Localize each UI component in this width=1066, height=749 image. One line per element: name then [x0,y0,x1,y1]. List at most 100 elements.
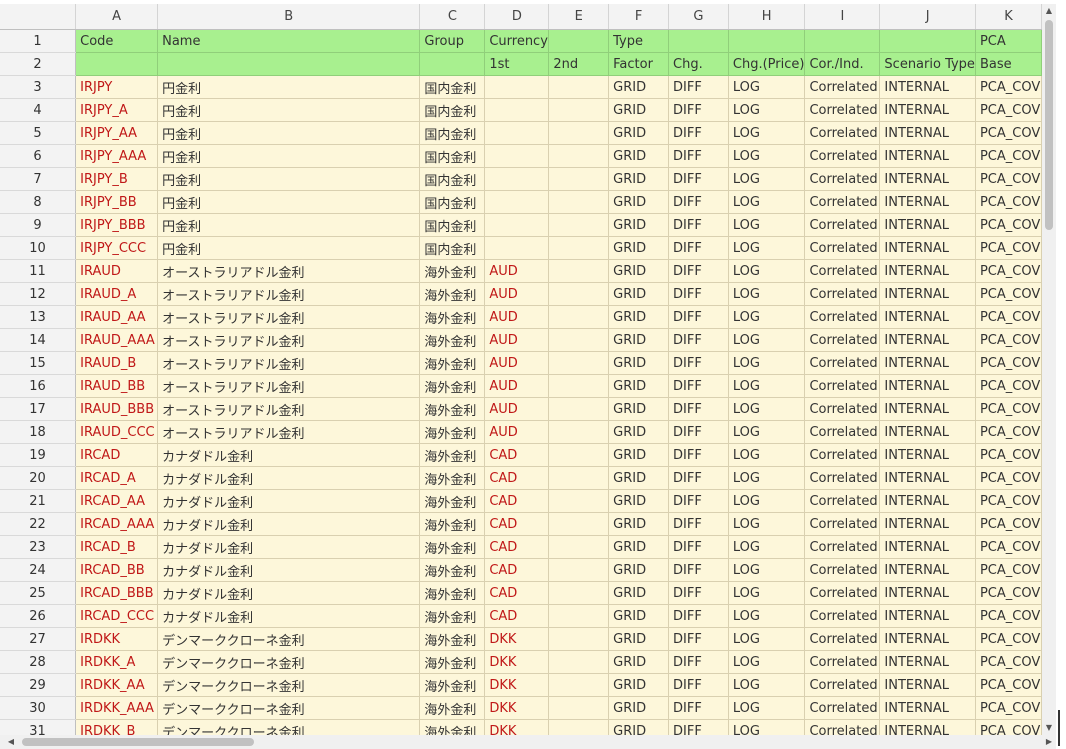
cell-j[interactable]: INTERNAL [879,466,976,490]
cell-h[interactable]: LOG [728,627,806,651]
cell-g[interactable]: DIFF [668,328,729,352]
cell-e[interactable] [548,282,610,306]
row-header[interactable]: 19 [0,443,77,467]
cell-e[interactable] [548,627,610,651]
cell-g[interactable]: DIFF [668,696,729,720]
cell-e[interactable] [548,29,610,53]
cell-d[interactable] [484,121,550,145]
cell-c[interactable]: 国内金利 [419,190,486,214]
cell-f[interactable]: GRID [608,374,670,398]
cell-j[interactable] [879,29,976,53]
cell-i[interactable] [804,29,881,53]
cell-i[interactable]: Correlated [804,167,881,191]
cell-a[interactable]: IRJPY_BBB [75,213,159,237]
cell-i[interactable]: Correlated [804,604,881,628]
cell-c[interactable]: 国内金利 [419,98,486,122]
cell-c[interactable]: 国内金利 [419,75,486,99]
cell-f[interactable]: GRID [608,282,670,306]
cell-i[interactable]: Correlated [804,489,881,513]
cell-f[interactable]: GRID [608,673,670,697]
cell-j[interactable]: INTERNAL [879,673,976,697]
cell-i[interactable]: Correlated [804,581,881,605]
cell-c[interactable]: 海外金利 [419,259,486,283]
cell-j[interactable]: INTERNAL [879,121,976,145]
cell-f[interactable]: GRID [608,328,670,352]
cell-g[interactable]: DIFF [668,98,729,122]
scroll-up-icon[interactable]: ▲ [1042,4,1056,18]
cell-k[interactable]: PCA_COV [975,558,1042,582]
row-header[interactable]: 7 [0,167,77,191]
cell-k[interactable]: PCA_COV [975,420,1042,444]
cell-i[interactable]: Correlated [804,558,881,582]
cell-h[interactable]: LOG [728,466,806,490]
cell-b[interactable]: デンマーククローネ金利 [157,673,421,697]
cell-b[interactable]: デンマーククローネ金利 [157,719,421,735]
cell-f[interactable]: GRID [608,443,670,467]
cell-j[interactable]: INTERNAL [879,627,976,651]
cell-b[interactable] [157,52,421,76]
cell-k[interactable]: PCA_COV [975,466,1042,490]
cell-j[interactable]: INTERNAL [879,650,976,674]
cell-i[interactable]: Correlated [804,75,881,99]
row-header[interactable]: 10 [0,236,77,260]
cell-c[interactable]: 国内金利 [419,121,486,145]
cell-a[interactable]: IRAUD_CCC [75,420,159,444]
cell-d[interactable]: CAD [484,512,550,536]
cell-c[interactable]: 海外金利 [419,512,486,536]
cell-j[interactable]: INTERNAL [879,489,976,513]
cell-i[interactable]: Correlated [804,351,881,375]
cell-b[interactable]: 円金利 [157,75,421,99]
cell-f[interactable]: GRID [608,351,670,375]
cell-f[interactable]: GRID [608,305,670,329]
cell-k[interactable]: PCA_COV [975,443,1042,467]
cell-b[interactable]: カナダドル金利 [157,535,421,559]
cell-d[interactable]: 1st [484,52,550,76]
cell-k[interactable]: PCA_COV [975,696,1042,720]
cell-d[interactable]: DKK [484,696,550,720]
row-header[interactable]: 17 [0,397,77,421]
cell-k[interactable]: PCA_COV [975,512,1042,536]
cell-k[interactable]: PCA_COV [975,535,1042,559]
cell-d[interactable]: AUD [484,328,550,352]
cell-a[interactable] [75,52,159,76]
cell-j[interactable]: INTERNAL [879,236,976,260]
cell-d[interactable]: CAD [484,581,550,605]
cell-f[interactable]: GRID [608,98,670,122]
cell-j[interactable]: INTERNAL [879,719,976,735]
cell-a[interactable]: IRJPY_AA [75,121,159,145]
cell-b[interactable]: オーストラリアドル金利 [157,259,421,283]
cell-b[interactable]: デンマーククローネ金利 [157,696,421,720]
cell-j[interactable]: INTERNAL [879,397,976,421]
column-header-c[interactable]: C [419,4,486,30]
cell-g[interactable]: DIFF [668,75,729,99]
cell-j[interactable]: Scenario Type [879,52,976,76]
cell-a[interactable]: Code [75,29,159,53]
row-header[interactable]: 14 [0,328,77,352]
cell-i[interactable]: Correlated [804,673,881,697]
row-header[interactable]: 5 [0,121,77,145]
cell-c[interactable]: 国内金利 [419,236,486,260]
column-header-h[interactable]: H [728,4,806,30]
cell-k[interactable]: PCA_COV [975,98,1042,122]
row-header[interactable]: 4 [0,98,77,122]
cell-f[interactable]: GRID [608,236,670,260]
row-header[interactable]: 29 [0,673,77,697]
cell-e[interactable] [548,305,610,329]
cell-g[interactable]: DIFF [668,144,729,168]
cell-a[interactable]: IRCAD_B [75,535,159,559]
cell-g[interactable]: DIFF [668,719,729,735]
cell-i[interactable]: Correlated [804,420,881,444]
cell-j[interactable]: INTERNAL [879,98,976,122]
cell-i[interactable]: Correlated [804,627,881,651]
column-header-a[interactable]: A [75,4,159,30]
cell-g[interactable]: DIFF [668,489,729,513]
cell-h[interactable]: LOG [728,443,806,467]
cell-f[interactable]: GRID [608,121,670,145]
column-header-f[interactable]: F [608,4,670,30]
cell-h[interactable]: LOG [728,282,806,306]
cell-b[interactable]: オーストラリアドル金利 [157,351,421,375]
cell-j[interactable]: INTERNAL [879,374,976,398]
cell-a[interactable]: IRAUD_BB [75,374,159,398]
cell-k[interactable]: PCA_COV [975,604,1042,628]
cell-c[interactable]: 海外金利 [419,466,486,490]
